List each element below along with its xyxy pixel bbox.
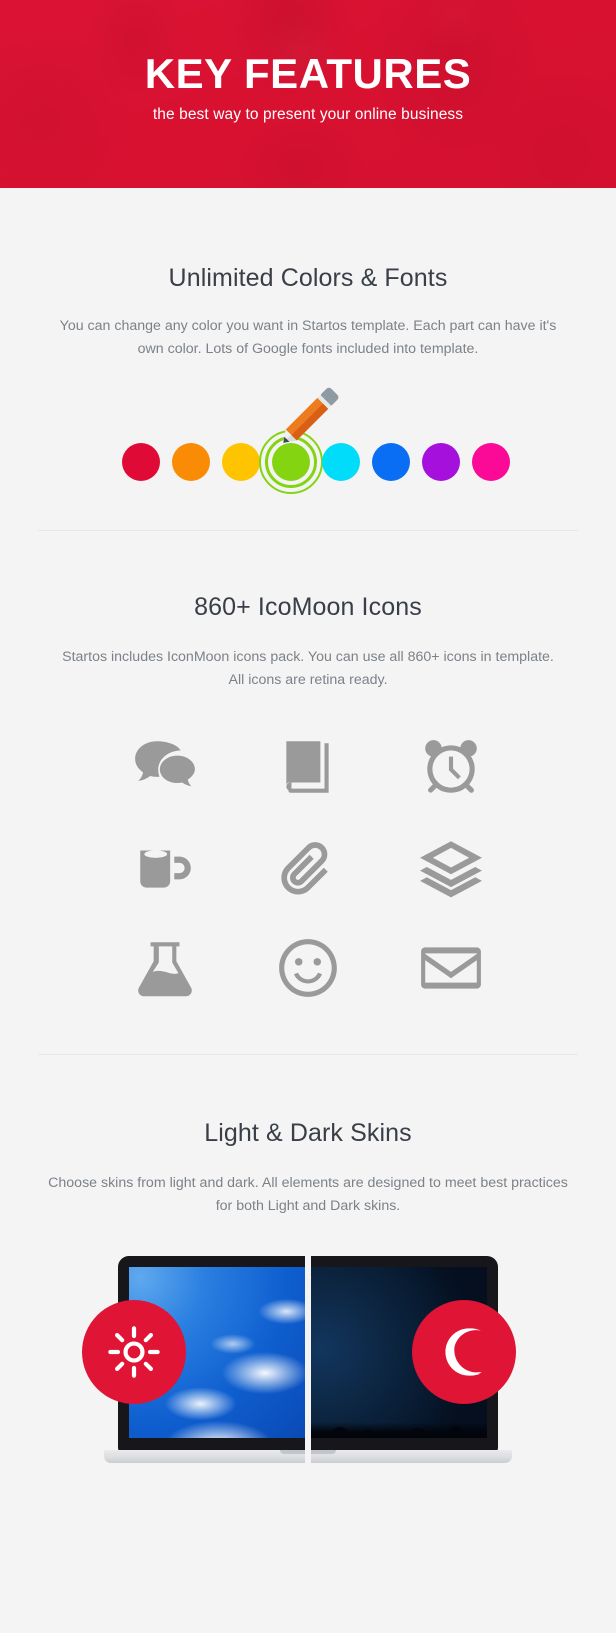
- color-swatch-row: [108, 387, 510, 494]
- section-desc-colors: You can change any color you want in Sta…: [59, 318, 557, 357]
- envelope-icon[interactable]: [415, 932, 487, 1004]
- hero-content: KEY FEATURES the best way to present you…: [0, 0, 616, 124]
- section-desc-icons: Startos includes IconMoon icons pack. Yo…: [62, 649, 554, 688]
- color-swatch-blue[interactable]: [372, 443, 410, 481]
- color-swatch-cyan[interactable]: [322, 443, 360, 481]
- laptop-illustration: [0, 1240, 616, 1502]
- color-swatch-orange[interactable]: [172, 443, 210, 481]
- page-subtitle: the best way to present your online busi…: [152, 106, 464, 124]
- alarm-clock-icon[interactable]: [415, 732, 487, 804]
- section-icomoon-icons: 860+ IcoMoon Icons Startos includes Icon…: [0, 531, 616, 1018]
- paperclip-icon[interactable]: [272, 832, 344, 904]
- night-treeline: [308, 1412, 487, 1438]
- key-features-page: KEY FEATURES the best way to present you…: [0, 0, 616, 1633]
- color-swatch-crimson[interactable]: [122, 443, 160, 481]
- light-skin-badge[interactable]: [82, 1300, 186, 1404]
- section-unlimited-colors: Unlimited Colors & Fonts You can change …: [0, 188, 616, 494]
- section-title-icons: 860+ IcoMoon Icons: [194, 593, 422, 621]
- section-title-skins: Light & Dark Skins: [204, 1119, 412, 1147]
- flask-icon[interactable]: [129, 932, 201, 1004]
- hero-banner: KEY FEATURES the best way to present you…: [0, 0, 616, 188]
- moon-icon: [445, 1328, 482, 1376]
- icon-showcase-grid: [93, 718, 523, 1018]
- skin-split-separator: [305, 1240, 311, 1470]
- color-swatch-amber[interactable]: [222, 443, 260, 481]
- color-swatch-purple[interactable]: [422, 443, 460, 481]
- section-title-colors: Unlimited Colors & Fonts: [168, 264, 448, 292]
- section-desc-skins: Choose skins from light and dark. All el…: [48, 1175, 568, 1214]
- color-swatch-green[interactable]: [272, 443, 310, 481]
- book-icon[interactable]: [272, 732, 344, 804]
- dark-skin-badge[interactable]: [412, 1300, 516, 1404]
- sun-icon: [108, 1326, 160, 1378]
- chat-bubbles-icon[interactable]: [129, 732, 201, 804]
- color-swatch-magenta[interactable]: [472, 443, 510, 481]
- coffee-mug-icon[interactable]: [129, 832, 201, 904]
- smiley-face-icon[interactable]: [272, 932, 344, 1004]
- section-light-dark-skins: Light & Dark Skins Choose skins from lig…: [0, 1055, 616, 1502]
- layers-icon[interactable]: [415, 832, 487, 904]
- page-title: KEY FEATURES: [144, 50, 472, 97]
